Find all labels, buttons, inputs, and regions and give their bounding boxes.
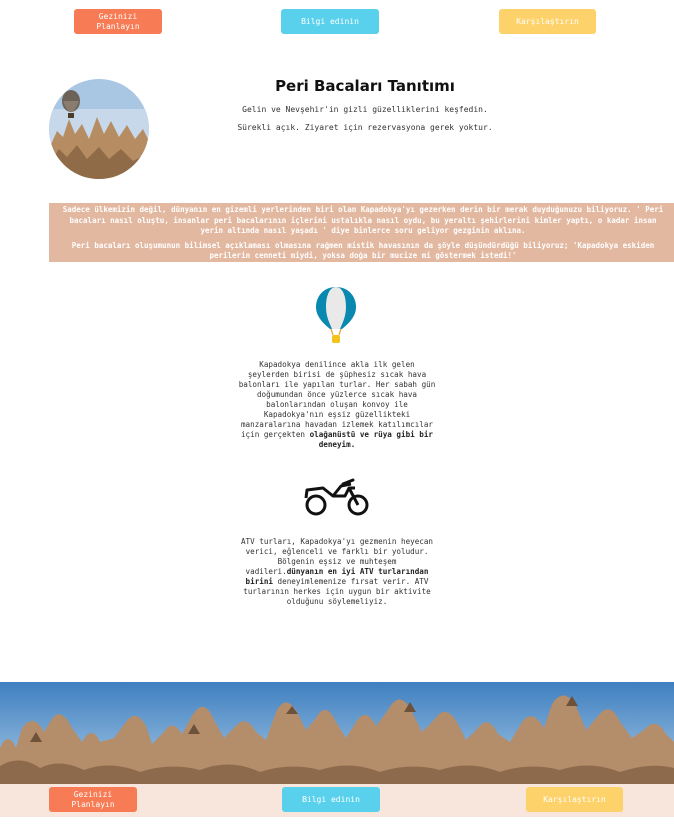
banner-paragraph-1: Sadece ülkemizin değil, dünyanın en gize… xyxy=(62,205,664,235)
page-title: Peri Bacaları Tanıtımı xyxy=(275,77,455,95)
hot-air-balloon-icon xyxy=(314,286,358,344)
balloon-text: Kapadokya denilince akla ilk gelen şeyle… xyxy=(238,360,436,439)
get-info-button[interactable]: Bilgi edinin xyxy=(281,9,379,34)
fairy-chimneys-landscape-image xyxy=(0,682,674,784)
intro-line-1: Gelin ve Nevşehir'in gizli güzelliklerin… xyxy=(242,105,488,114)
balloon-tour-text: Kapadokya denilince akla ilk gelen şeyle… xyxy=(237,360,437,450)
footer-compare-button[interactable]: Karşılaştırın xyxy=(526,787,623,812)
balloon-bold-text: olağanüstü ve rüya gibi bir deneyim. xyxy=(309,430,434,449)
atv-tour-text: ATV turları, Kapadokya'yı gezmenin heyec… xyxy=(237,537,437,607)
info-banner: Sadece ülkemizin değil, dünyanın en gize… xyxy=(49,203,674,262)
plan-trip-button[interactable]: Gezinizi Planlayın xyxy=(74,9,162,34)
cappadocia-hero-image xyxy=(49,79,149,179)
banner-paragraph-2: Peri bacaları oluşumunun bilimsel açıkla… xyxy=(71,240,655,261)
footer-plan-trip-button[interactable]: Gezinizi Planlayın xyxy=(49,787,137,812)
motorcycle-icon xyxy=(303,476,371,516)
compare-button[interactable]: Karşılaştırın xyxy=(499,9,596,34)
intro-line-2: Sürekli açık. Ziyaret için rezervasyona … xyxy=(237,123,493,132)
footer-get-info-button[interactable]: Bilgi edinin xyxy=(282,787,380,812)
